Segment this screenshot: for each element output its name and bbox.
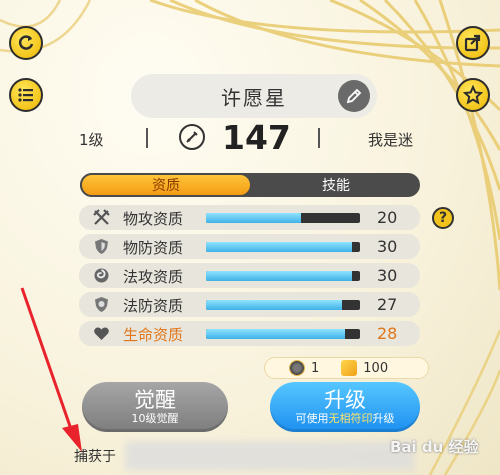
pencil-icon	[346, 88, 362, 104]
help-button[interactable]: ?	[432, 207, 454, 229]
attribute-bar	[206, 300, 360, 310]
seal-item-icon	[289, 360, 305, 376]
crossed-swords-icon	[93, 209, 110, 226]
captured-label: 捕获于	[74, 449, 116, 465]
tab-skills[interactable]: 技能	[252, 173, 420, 197]
favorite-button[interactable]	[456, 78, 490, 112]
upgrade-hint-item: 无相符印	[328, 412, 373, 425]
attribute-bar	[206, 271, 360, 281]
share-button[interactable]	[456, 26, 490, 60]
attribute-row: 物攻资质 20	[79, 205, 420, 230]
owner-name: 我是迷	[368, 131, 414, 149]
attribute-bar-fill	[206, 242, 353, 252]
combat-power-icon	[179, 124, 205, 150]
attribute-label: 法防资质	[123, 297, 184, 315]
attribute-label: 法攻资质	[123, 268, 184, 286]
gold-icon	[341, 360, 358, 376]
pet-name-pill: 许愿星	[131, 74, 377, 118]
share-icon	[464, 34, 481, 52]
upgrade-cost: 1 100	[264, 357, 429, 379]
redacted-capture-info	[125, 441, 415, 471]
pet-level: 1级	[79, 131, 104, 149]
combat-power-value: 147	[222, 118, 291, 157]
tab-bar: 资质 技能	[80, 173, 420, 197]
shield-icon	[93, 238, 110, 255]
attribute-row: 法防资质 27	[79, 292, 420, 317]
attribute-bar-fill	[206, 213, 302, 223]
gold-amount: 100	[363, 360, 389, 376]
magic-shield-icon	[93, 296, 110, 313]
awaken-requirement: 10级觉醒	[131, 412, 179, 425]
refresh-button[interactable]	[9, 26, 43, 60]
upgrade-hint-text: 可使用	[295, 412, 329, 425]
list-icon	[18, 88, 33, 102]
watermark: Bai du 经验	[390, 438, 479, 456]
attribute-label: 物防资质	[123, 239, 184, 257]
attribute-row: 法攻资质 30	[79, 263, 420, 288]
attribute-value: 27	[377, 295, 398, 314]
attribute-bar-fill	[206, 300, 342, 310]
list-button[interactable]	[9, 78, 43, 112]
question-mark-icon: ?	[438, 210, 448, 226]
attribute-label: 物攻资质	[123, 210, 184, 228]
rename-button[interactable]	[338, 80, 370, 112]
magic-swirl-icon	[93, 267, 110, 284]
star-icon	[463, 85, 483, 105]
attribute-bar	[206, 329, 360, 339]
pet-stats-row: 1级 147 我是迷	[0, 118, 500, 160]
heart-icon	[93, 325, 110, 342]
awaken-label: 觉醒	[134, 388, 176, 412]
attribute-value: 30	[377, 266, 398, 285]
attribute-bar	[206, 242, 360, 252]
refresh-icon	[18, 35, 34, 50]
attribute-bar	[206, 213, 360, 223]
attribute-value: 28	[377, 324, 398, 343]
attribute-bar-fill	[206, 329, 345, 339]
item-count: 1	[311, 360, 320, 376]
pet-name: 许愿星	[221, 85, 287, 110]
divider	[318, 128, 320, 148]
attribute-value: 20	[377, 208, 398, 227]
attribute-row: 生命资质 28	[79, 321, 420, 346]
awaken-button[interactable]: 觉醒 10级觉醒	[82, 382, 228, 432]
attribute-row: 物防资质 30	[79, 234, 420, 259]
attribute-label: 生命资质	[123, 326, 184, 344]
attribute-value: 30	[377, 237, 398, 256]
divider	[146, 128, 148, 148]
upgrade-hint: 可使用无相符印升级	[296, 412, 395, 426]
attribute-bar-fill	[206, 271, 353, 281]
tab-aptitude[interactable]: 资质	[80, 173, 252, 197]
upgrade-label: 升级	[324, 388, 366, 412]
upgrade-hint-text: 升级	[372, 412, 395, 425]
upgrade-button[interactable]: 升级 可使用无相符印升级	[270, 382, 420, 432]
